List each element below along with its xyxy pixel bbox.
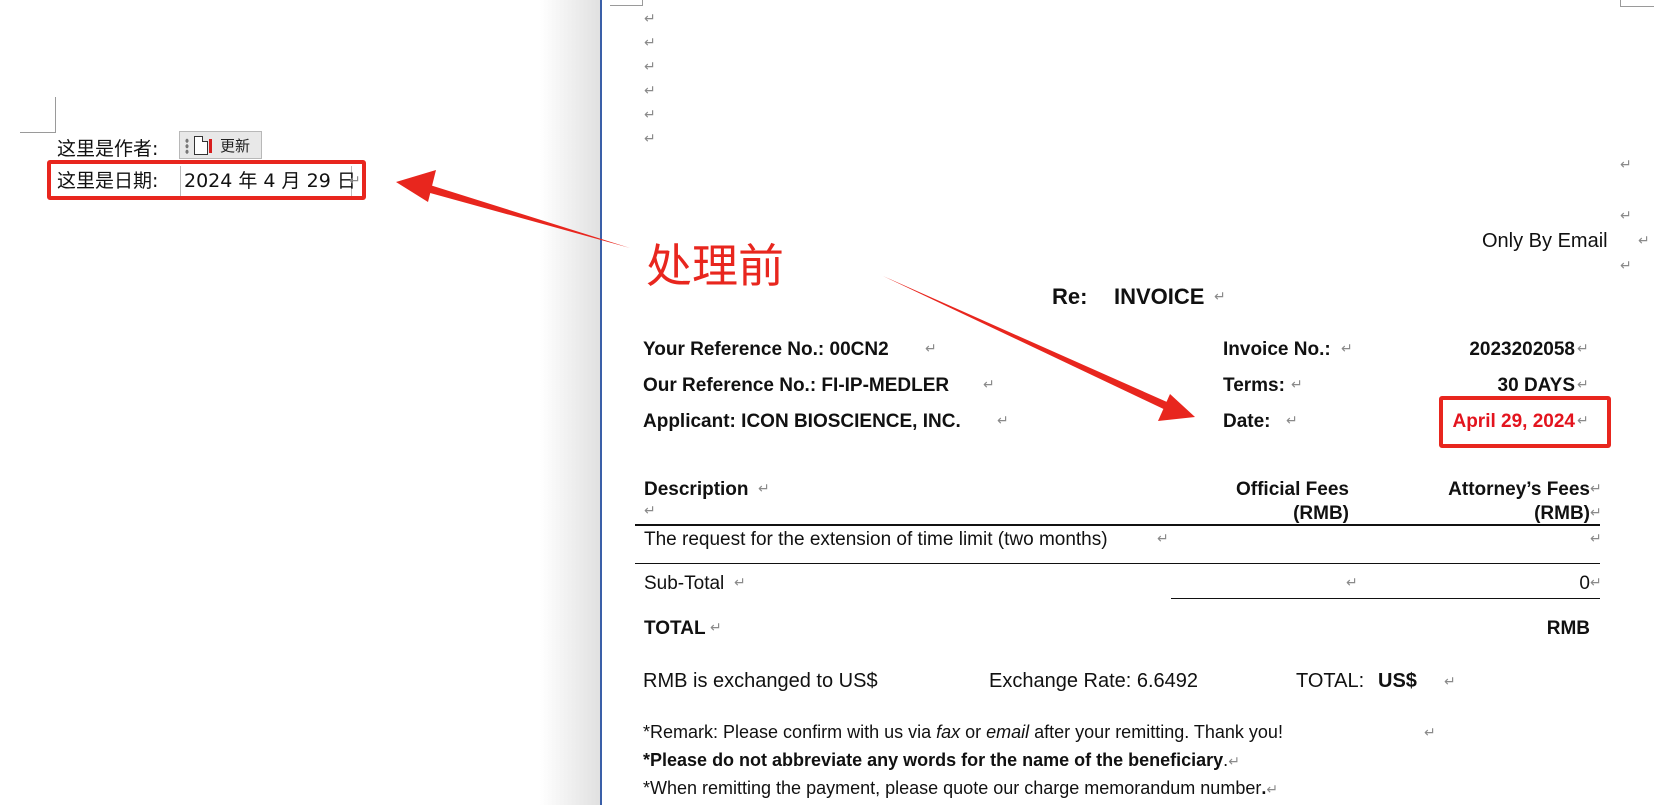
arrow-left-head <box>396 170 436 202</box>
annotation-arrows <box>396 170 1195 421</box>
arrow-right-shaft <box>883 276 1176 413</box>
arrow-left-shaft <box>412 180 630 248</box>
